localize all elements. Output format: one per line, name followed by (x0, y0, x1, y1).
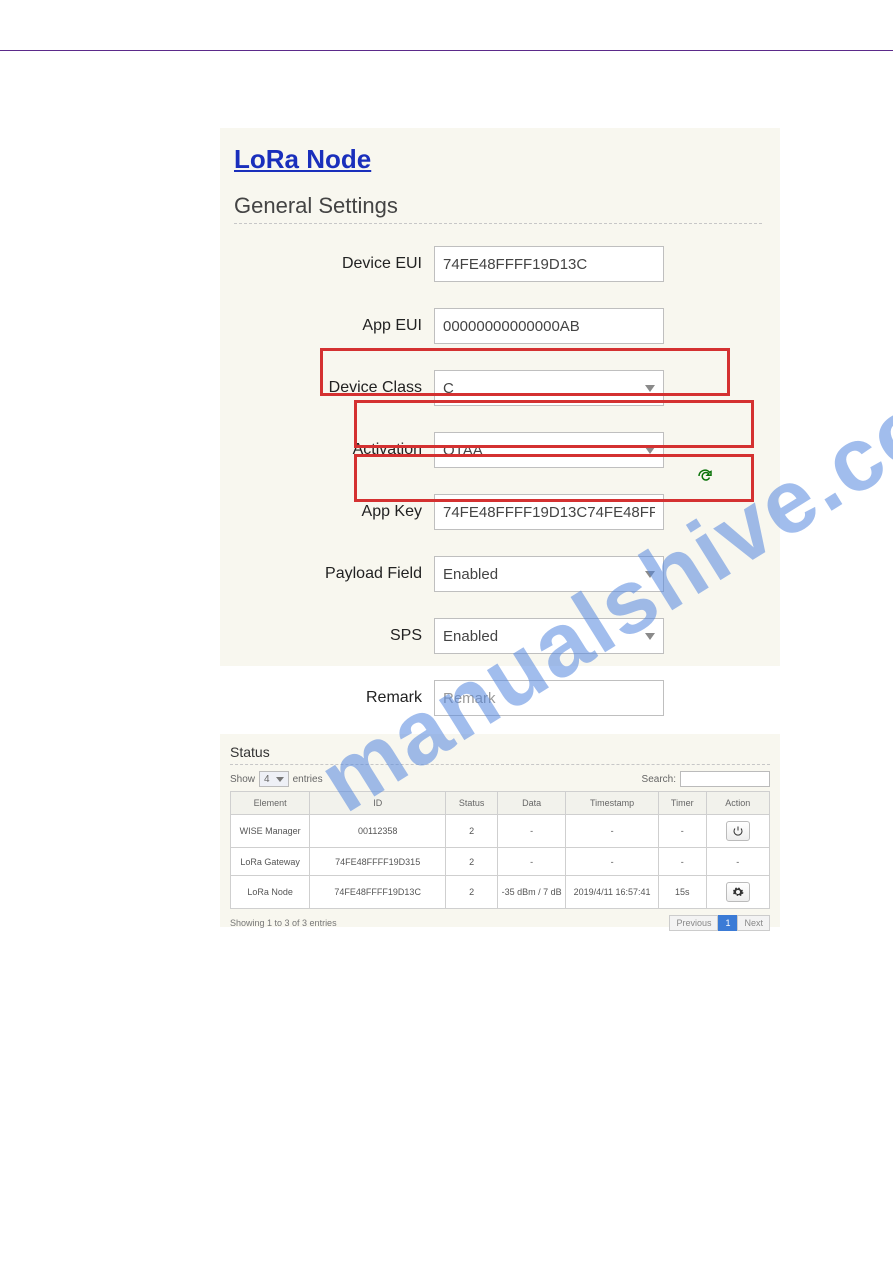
status-heading: Status (230, 744, 770, 760)
col-action[interactable]: Action (706, 792, 769, 815)
col-timer[interactable]: Timer (658, 792, 706, 815)
row-device-class: Device Class C (234, 366, 762, 410)
chevron-down-icon (276, 777, 284, 782)
cell-element: WISE Manager (231, 815, 310, 848)
label-payload-field: Payload Field (234, 565, 434, 583)
row-activation: Activation OTAA (234, 428, 762, 472)
select-device-class-value: C (443, 380, 454, 397)
page-size-select[interactable]: 4 (259, 771, 289, 787)
settings-panel: LoRa Node General Settings Device EUI Ap… (220, 128, 780, 666)
refresh-key-icon[interactable] (696, 467, 714, 485)
cell-element: LoRa Node (231, 876, 310, 909)
input-app-eui[interactable] (434, 308, 664, 344)
cell-timer: - (658, 848, 706, 876)
cell-timestamp: - (566, 815, 659, 848)
input-remark[interactable] (434, 680, 664, 716)
search-input[interactable] (680, 771, 770, 787)
row-app-key: App Key (234, 490, 762, 534)
chevron-down-icon (645, 447, 655, 454)
entries-label: entries (293, 774, 323, 785)
chevron-down-icon (645, 385, 655, 392)
cell-action (706, 815, 769, 848)
row-app-eui: App EUI (234, 304, 762, 348)
row-payload-field: Payload Field Enabled (234, 552, 762, 596)
cell-id: 00112358 (310, 815, 446, 848)
status-panel: Status Show 4 entries Search: Element ID… (220, 734, 780, 927)
page-header-rule (0, 50, 893, 51)
show-label: Show (230, 774, 255, 785)
cell-id: 74FE48FFFF19D13C (310, 876, 446, 909)
pager-next[interactable]: Next (737, 915, 770, 931)
cell-data: - (498, 815, 566, 848)
table-header-row: Element ID Status Data Timestamp Timer A… (231, 792, 770, 815)
col-timestamp[interactable]: Timestamp (566, 792, 659, 815)
pager-current[interactable]: 1 (718, 915, 737, 931)
select-payload-field-value: Enabled (443, 566, 498, 583)
cell-id: 74FE48FFFF19D315 (310, 848, 446, 876)
cell-status: 2 (446, 876, 498, 909)
section-divider (234, 223, 762, 224)
table-row: LoRa Gateway 74FE48FFFF19D315 2 - - - - (231, 848, 770, 876)
input-device-eui[interactable] (434, 246, 664, 282)
cell-timer: - (658, 815, 706, 848)
input-app-key[interactable] (434, 494, 664, 530)
select-activation-value: OTAA (443, 442, 483, 459)
table-row: LoRa Node 74FE48FFFF19D13C 2 -35 dBm / 7… (231, 876, 770, 909)
col-data[interactable]: Data (498, 792, 566, 815)
col-element[interactable]: Element (231, 792, 310, 815)
row-sps: SPS Enabled (234, 614, 762, 658)
table-row: WISE Manager 00112358 2 - - - (231, 815, 770, 848)
power-button[interactable] (726, 821, 750, 841)
page-title[interactable]: LoRa Node (234, 144, 762, 175)
label-device-class: Device Class (234, 379, 434, 397)
cell-action (706, 876, 769, 909)
table-controls: Show 4 entries Search: (230, 771, 770, 787)
settings-button[interactable] (726, 882, 750, 902)
chevron-down-icon (645, 633, 655, 640)
label-remark: Remark (234, 689, 434, 707)
label-activation: Activation (234, 441, 434, 459)
status-table: Element ID Status Data Timestamp Timer A… (230, 791, 770, 909)
select-sps-value: Enabled (443, 628, 498, 645)
cell-status: 2 (446, 815, 498, 848)
cell-timestamp: 2019/4/11 16:57:41 (566, 876, 659, 909)
section-heading: General Settings (234, 193, 762, 219)
cell-timer: 15s (658, 876, 706, 909)
status-divider (230, 764, 770, 765)
footer-info: Showing 1 to 3 of 3 entries (230, 918, 337, 928)
cell-data: - (498, 848, 566, 876)
col-id[interactable]: ID (310, 792, 446, 815)
table-footer: Showing 1 to 3 of 3 entries Previous 1 N… (230, 915, 770, 931)
label-sps: SPS (234, 627, 434, 645)
chevron-down-icon (645, 571, 655, 578)
select-device-class[interactable]: C (434, 370, 664, 406)
label-app-key: App Key (234, 503, 434, 521)
label-device-eui: Device EUI (234, 255, 434, 273)
cell-action: - (706, 848, 769, 876)
row-device-eui: Device EUI (234, 242, 762, 286)
cell-status: 2 (446, 848, 498, 876)
select-payload-field[interactable]: Enabled (434, 556, 664, 592)
pager-prev[interactable]: Previous (669, 915, 718, 931)
page-size-value: 4 (264, 774, 270, 785)
pager: Previous 1 Next (669, 915, 770, 931)
col-status[interactable]: Status (446, 792, 498, 815)
cell-data: -35 dBm / 7 dB (498, 876, 566, 909)
cell-element: LoRa Gateway (231, 848, 310, 876)
select-sps[interactable]: Enabled (434, 618, 664, 654)
select-activation[interactable]: OTAA (434, 432, 664, 468)
row-remark: Remark (234, 676, 762, 720)
label-app-eui: App EUI (234, 317, 434, 335)
search-label: Search: (642, 774, 676, 785)
cell-timestamp: - (566, 848, 659, 876)
